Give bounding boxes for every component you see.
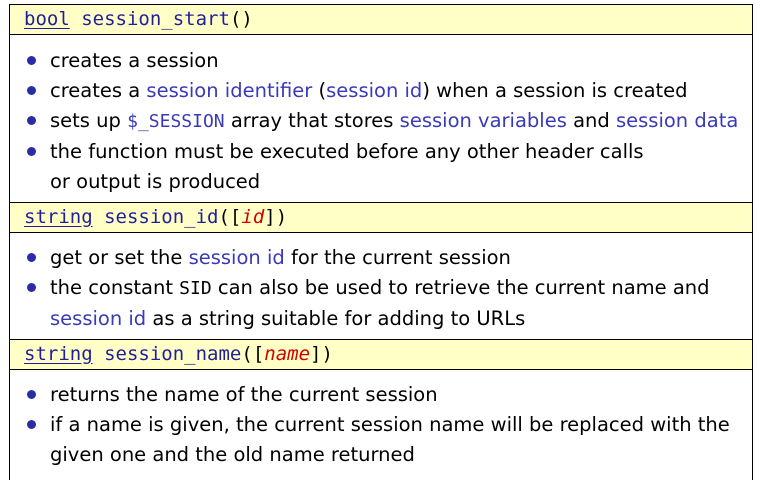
description-list-session-start: creates a session creates a session iden…	[10, 46, 752, 197]
function-name: session_id	[104, 206, 219, 228]
list-item: if a name is given, the current session …	[10, 410, 752, 440]
term-session-id: session id	[50, 307, 147, 330]
description-list-session-id: get or set the session id for the curren…	[10, 243, 752, 334]
parameter-name: name	[264, 343, 311, 365]
description-list-session-name: returns the name of the current session …	[10, 380, 752, 470]
bullet-icon	[27, 390, 36, 399]
term-session-variables: session variables	[399, 109, 567, 132]
signature-session-name: string session_name([name])	[10, 339, 752, 370]
code-session-superglobal: $_SESSION	[127, 111, 225, 132]
code-sid-constant: SID	[179, 278, 212, 299]
signature-session-id: string session_id([id])	[10, 202, 752, 233]
bracket-close: ])	[310, 343, 333, 365]
term-session-data: session data	[615, 109, 739, 132]
paren-open: (	[229, 8, 242, 30]
list-item: get or set the session id for the curren…	[10, 243, 752, 273]
list-item: sets up $_SESSION array that stores sess…	[10, 106, 752, 137]
bracket-open: ([	[218, 206, 242, 228]
bullet-icon	[27, 116, 36, 125]
function-name: session_name	[104, 343, 242, 365]
bullet-icon	[27, 253, 36, 262]
bracket-close: ])	[264, 206, 288, 228]
function-reference-table: bool session_start() creates a session c…	[9, 4, 753, 480]
bullet-icon	[27, 147, 36, 156]
list-item-continuation: or output is produced	[50, 170, 261, 193]
paren-close: )	[241, 8, 253, 30]
bracket-open: ([	[241, 343, 265, 365]
term-session-id: session id	[326, 79, 423, 102]
bullet-icon	[27, 420, 36, 429]
list-item: creates a session	[10, 46, 752, 76]
return-type: string	[24, 343, 93, 365]
bullet-icon	[27, 56, 36, 65]
list-item-continuation: given one and the old name returned	[50, 443, 415, 466]
function-name: session_start	[81, 8, 230, 30]
list-item: creates a session identifier (session id…	[10, 76, 752, 106]
list-item-continuation: session id as a string suitable for addi…	[50, 307, 526, 330]
signature-session-start: bool session_start()	[10, 5, 752, 35]
term-session-id: session id	[188, 246, 285, 269]
bullet-icon	[27, 283, 36, 292]
return-type: string	[24, 206, 93, 228]
return-type: bool	[24, 8, 70, 30]
list-item: the constant SID can also be used to ret…	[10, 273, 752, 304]
parameter-name: id	[241, 206, 265, 228]
list-item: returns the name of the current session	[10, 380, 752, 410]
bullet-icon	[27, 86, 36, 95]
list-item: the function must be executed before any…	[10, 137, 752, 167]
term-session-identifier: session identifier	[146, 79, 313, 102]
